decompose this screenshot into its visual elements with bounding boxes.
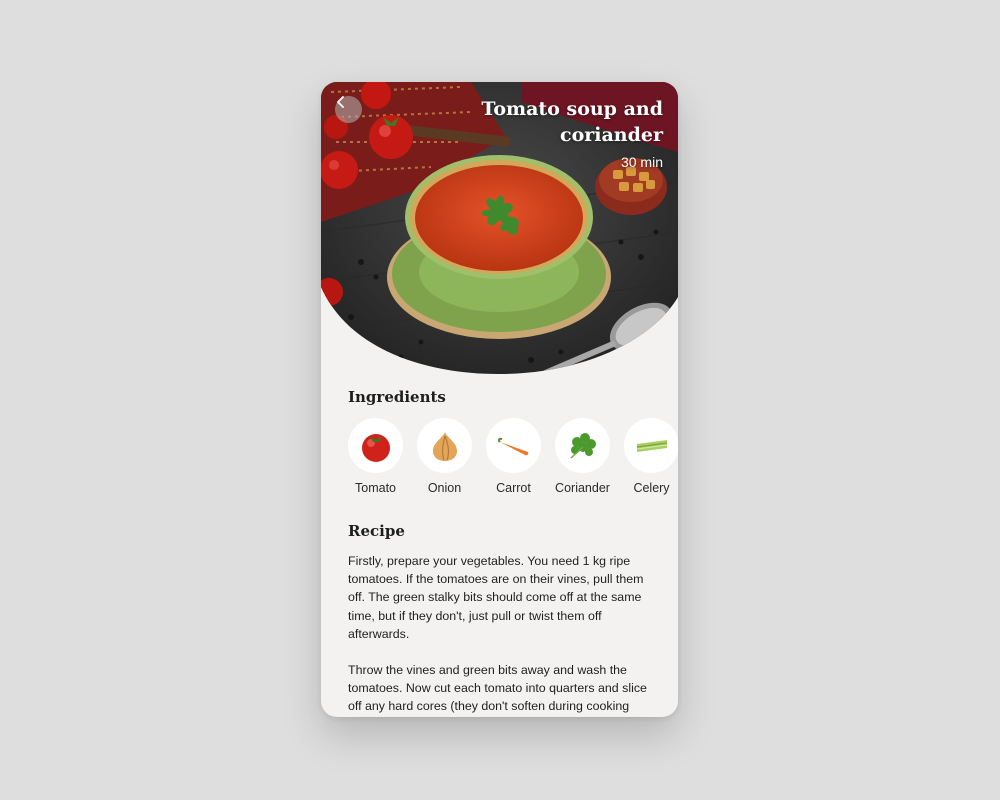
recipe-heading: Recipe xyxy=(348,522,405,540)
recipe-paragraph: Throw the vines and green bits away and … xyxy=(348,663,647,714)
hero-image: Tomato soup and coriander 30 min xyxy=(321,82,678,382)
ingredients-heading: Ingredients xyxy=(348,388,446,406)
ingredient-label: Coriander xyxy=(555,481,610,495)
back-button[interactable] xyxy=(335,96,362,123)
ingredient-label: Tomato xyxy=(355,481,396,495)
carrot-icon xyxy=(497,437,528,455)
ingredient-label: Carrot xyxy=(496,481,531,495)
recipe-card: Tomato soup and coriander 30 min Ingredi… xyxy=(321,82,678,717)
onion-icon xyxy=(432,431,457,461)
cook-time: 30 min xyxy=(620,154,663,170)
recipe-instructions: Firstly, prepare your vegetables. You ne… xyxy=(348,552,653,717)
ingredient-onion[interactable]: Onion xyxy=(417,418,472,495)
recipe-paragraph: Firstly, prepare your vegetables. You ne… xyxy=(348,554,644,641)
ingredient-coriander[interactable]: Coriander xyxy=(555,418,610,495)
recipe-title: Tomato soup and coriander xyxy=(481,98,663,146)
ingredient-tomato[interactable]: Tomato xyxy=(348,418,403,495)
ingredient-celery[interactable]: Celery xyxy=(624,418,678,495)
coriander-icon xyxy=(569,432,596,459)
tomato-icon xyxy=(361,433,390,462)
ingredients-list: Tomato Onion Carrot Coriander Celery xyxy=(348,418,678,495)
chevron-left-icon xyxy=(337,96,344,108)
celery-icon xyxy=(636,439,667,452)
ingredient-carrot[interactable]: Carrot xyxy=(486,418,541,495)
ingredient-label: Celery xyxy=(633,481,670,495)
ingredient-label: Onion xyxy=(427,481,462,495)
